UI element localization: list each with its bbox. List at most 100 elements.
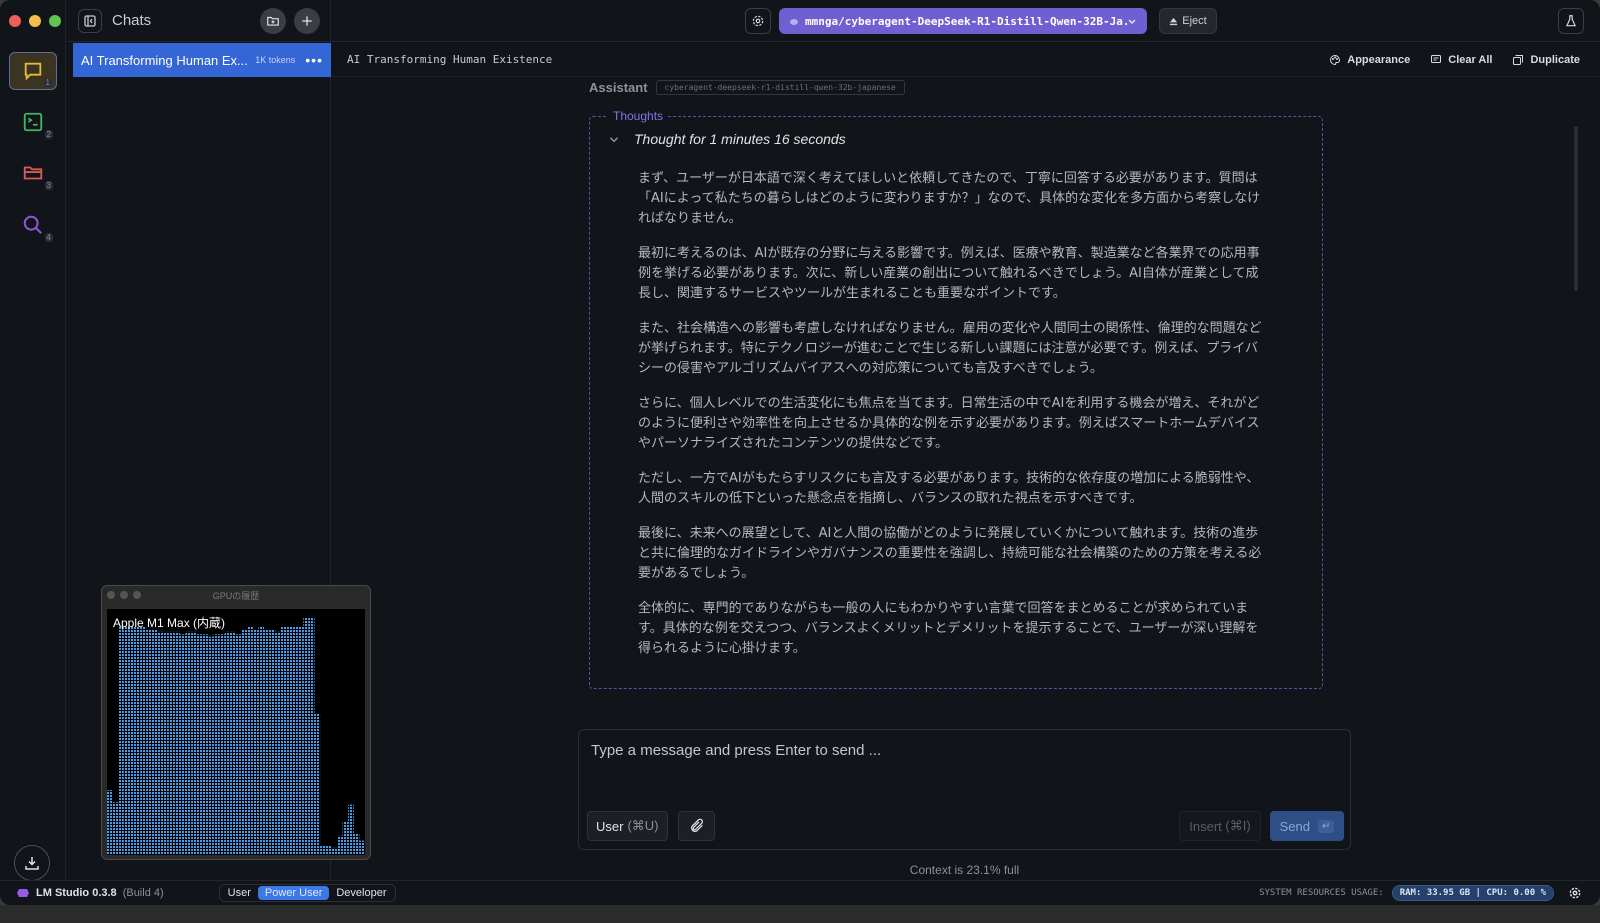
- thought-toggle[interactable]: Thought for 1 minutes 16 seconds: [608, 131, 846, 147]
- top-bar: mmnga/cyberagent-DeepSeek-R1-Distill-Qwe…: [331, 0, 1600, 42]
- rail-item-search[interactable]: 4: [9, 206, 57, 244]
- eject-icon: [1170, 17, 1178, 25]
- message-composer: User (⌘U) Insert (⌘I) Send ↵: [578, 729, 1351, 850]
- gpu-usage-bar: [112, 802, 119, 855]
- conversation-area: Assistant cyberagent-deepseek-r1-distill…: [331, 78, 1600, 708]
- toggle-sidebar-button[interactable]: [78, 8, 102, 33]
- status-bar: LM Studio 0.3.8 (Build 4) User Power Use…: [0, 880, 1600, 905]
- duplicate-icon: [1513, 54, 1524, 65]
- gpu-usage-bar: [236, 634, 242, 855]
- gpu-history-window[interactable]: GPUの履歴 Apple M1 Max (内蔵): [101, 585, 371, 860]
- mode-user[interactable]: User: [221, 886, 258, 900]
- rail-badge: 1: [43, 78, 52, 87]
- thought-paragraph: さらに、個人レベルでの生活変化にも焦点を当てます。日常生活の中でAIを利用する機…: [638, 396, 1260, 451]
- close-window-button[interactable]: [9, 15, 21, 27]
- mode-developer[interactable]: Developer: [329, 886, 393, 900]
- chats-title: Chats: [112, 12, 152, 29]
- eject-button[interactable]: Eject: [1159, 8, 1217, 34]
- chat-item-tokens: 1K tokens: [255, 55, 296, 65]
- send-button[interactable]: Send ↵: [1270, 811, 1344, 841]
- gpu-usage-bar: [331, 847, 337, 855]
- model-settings-button[interactable]: [745, 8, 771, 34]
- message-model-tag: cyberagent-deepseek-r1-distill-qwen-32b-…: [655, 80, 905, 95]
- gpu-usage-bar: [342, 821, 349, 855]
- insert-button[interactable]: Insert (⌘I): [1179, 811, 1261, 841]
- app-name: LM Studio 0.3.8: [36, 887, 117, 899]
- gpu-usage-bar: [314, 713, 321, 855]
- enter-key-icon: ↵: [1317, 819, 1335, 833]
- rail-badge: 4: [44, 233, 53, 242]
- gpu-usage-bar: [174, 631, 180, 855]
- thought-paragraph: また、社会構造への影響も考慮しなければなりません。雇用の変化や人間同士の関係性、…: [638, 321, 1262, 376]
- insert-label: Insert: [1189, 818, 1222, 834]
- gpu-usage-bar: [275, 631, 281, 855]
- gpu-usage-bar: [107, 790, 113, 855]
- gpu-window-title: GPUの履歴: [212, 590, 260, 601]
- mode-power-user[interactable]: Power User: [257, 886, 330, 900]
- chat-item-menu-button[interactable]: •••: [305, 52, 323, 68]
- thought-paragraph: 最初に考えるのは、AIが既存の分野に与える影響です。例えば、医療や教育、製造業な…: [638, 246, 1260, 301]
- palette-icon: [1330, 54, 1341, 65]
- lm-studio-logo-icon: [17, 889, 29, 897]
- gpu-usage-bar: [336, 835, 343, 855]
- system-resources-label: SYSTEM RESOURCES USAGE:: [1259, 888, 1384, 898]
- system-resources-value[interactable]: RAM: 33.95 GB | CPU: 0.00 %: [1391, 885, 1554, 901]
- role-toggle-button[interactable]: User (⌘U): [587, 811, 668, 841]
- lm-studio-window: 1 2 3 4 Chats AI Transforming Human Ex..…: [0, 0, 1600, 905]
- eject-label: Eject: [1182, 15, 1207, 27]
- rail-item-terminal[interactable]: 2: [9, 103, 57, 141]
- gpu-usage-bar: [151, 629, 158, 855]
- thought-paragraph: 最後に、未来への展望として、AIと人間の協働がどのように発展していくかについて触…: [638, 526, 1262, 581]
- gpu-usage-bar: [118, 627, 124, 855]
- thoughts-label: Thoughts: [608, 109, 669, 123]
- rail-badge: 3: [44, 181, 53, 190]
- rail-item-folder[interactable]: 3: [9, 154, 57, 192]
- chat-list-item[interactable]: AI Transforming Human Ex... 1K tokens ••…: [73, 43, 331, 77]
- chat-bubble-icon: [24, 62, 42, 81]
- appearance-button[interactable]: Appearance: [1329, 54, 1410, 66]
- gpu-usage-bar: [168, 631, 175, 855]
- maximize-window-button[interactable]: [49, 15, 61, 27]
- chat-header: AI Transforming Human Existence Appearan…: [331, 43, 1600, 77]
- model-selector[interactable]: mmnga/cyberagent-DeepSeek-R1-Distill-Qwe…: [779, 8, 1147, 34]
- gpu-usage-bar: [325, 845, 332, 855]
- thought-paragraph: ただし、一方でAIがもたらすリスクにも言及する必要があります。技術的な依存度の増…: [638, 471, 1260, 506]
- model-name: mmnga/cyberagent-DeepSeek-R1-Distill-Qwe…: [805, 14, 1127, 28]
- sidebar-toggle-icon: [84, 14, 96, 27]
- new-chat-button[interactable]: [294, 7, 320, 34]
- window-controls: [9, 15, 61, 27]
- attach-file-button[interactable]: [678, 811, 715, 841]
- downloads-button[interactable]: [14, 845, 50, 881]
- gpu-usage-bar: [213, 634, 220, 855]
- rail-item-chat[interactable]: 1: [9, 52, 57, 90]
- gpu-usage-bar: [320, 845, 326, 855]
- experimental-features-button[interactable]: [1558, 8, 1584, 34]
- app-build: (Build 4): [122, 887, 164, 899]
- context-usage: Context is 23.1% full: [909, 863, 1020, 877]
- settings-gear-icon[interactable]: [1568, 886, 1582, 900]
- terminal-icon: [23, 112, 43, 132]
- clear-chat-icon: [1431, 54, 1442, 63]
- gpu-usage-bar: [207, 636, 214, 855]
- minimize-window-button[interactable]: [29, 15, 41, 27]
- gpu-usage-bar: [146, 629, 152, 855]
- conversation-scrollbar[interactable]: [1574, 126, 1578, 291]
- gpu-usage-bar: [292, 627, 298, 855]
- gpu-usage-bar: [230, 631, 236, 855]
- gear-icon: [752, 15, 764, 27]
- search-icon: [23, 215, 42, 234]
- gpu-usage-bar: [157, 631, 164, 855]
- gpu-window-titlebar[interactable]: GPUの履歴: [102, 586, 370, 604]
- gpu-usage-bar: [348, 804, 354, 855]
- new-folder-button[interactable]: [260, 7, 286, 34]
- chat-title[interactable]: AI Transforming Human Existence: [347, 53, 1329, 66]
- gpu-usage-bar: [163, 631, 169, 855]
- plus-icon: [302, 15, 312, 26]
- duplicate-button[interactable]: Duplicate: [1512, 54, 1580, 66]
- message-input[interactable]: [591, 742, 1331, 792]
- thought-paragraph: まず、ユーザーが日本語で深く考えてほしいと依頼してきたので、丁寧に回答する必要が…: [638, 171, 1261, 226]
- role-label: User: [596, 818, 624, 834]
- gpu-usage-bar: [219, 634, 225, 855]
- clear-all-button[interactable]: Clear All: [1430, 54, 1492, 66]
- app-version: LM Studio 0.3.8 (Build 4): [16, 887, 164, 899]
